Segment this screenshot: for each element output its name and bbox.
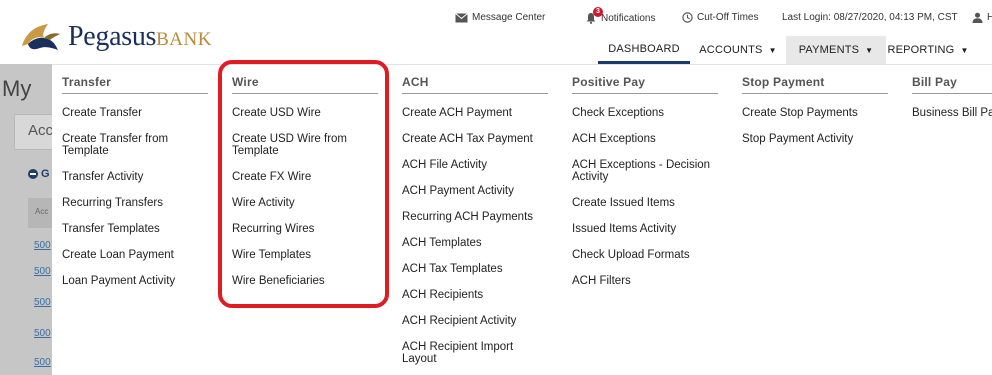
user-icon bbox=[972, 12, 983, 23]
nav-accounts[interactable]: ACCOUNTS ▼ bbox=[690, 36, 786, 64]
nav-dashboard[interactable]: DASHBOARD bbox=[598, 36, 690, 64]
background-page: My Acc G Acc 500 500 500 500 500 bbox=[0, 64, 52, 375]
column-heading: ACH bbox=[402, 75, 548, 94]
accounts-tab-label: Acc bbox=[28, 122, 52, 139]
menu-item-ach-recipient-activity[interactable]: ACH Recipient Activity bbox=[402, 315, 548, 327]
account-link[interactable]: 500 bbox=[34, 240, 51, 251]
account-link[interactable]: 500 bbox=[34, 357, 51, 368]
menu-item-create-stop-payments[interactable]: Create Stop Payments bbox=[742, 107, 888, 119]
message-center-link[interactable]: Message Center bbox=[455, 12, 545, 23]
last-login-text: Last Login: 08/27/2020, 04:13 PM, CST bbox=[782, 12, 958, 23]
pegasus-logo-icon bbox=[22, 24, 60, 50]
menu-item-ach-file-activity[interactable]: ACH File Activity bbox=[402, 159, 548, 171]
notifications-link[interactable]: 3 Notifications bbox=[585, 7, 655, 24]
menu-item-ach-recipients[interactable]: ACH Recipients bbox=[402, 289, 548, 301]
table-header-label: Acc bbox=[35, 207, 49, 216]
caret-down-icon: ▼ bbox=[865, 45, 874, 55]
menu-item-ach-tax-templates[interactable]: ACH Tax Templates bbox=[402, 263, 548, 275]
menu-column-bill-pay: Bill Pay Business Bill Pay bbox=[912, 75, 992, 133]
account-link[interactable]: 500 bbox=[34, 266, 51, 277]
utility-bar: Message Center 3 Notifications Cut-Off T… bbox=[455, 7, 992, 26]
account-link[interactable]: 500 bbox=[34, 328, 51, 339]
envelope-icon bbox=[455, 12, 468, 23]
menu-column-stop-payment: Stop Payment Create Stop Payments Stop P… bbox=[742, 75, 888, 159]
group-toggle[interactable]: G bbox=[28, 168, 50, 180]
user-menu[interactable]: H bbox=[972, 12, 992, 23]
column-heading: Positive Pay bbox=[572, 75, 718, 94]
menu-item-recurring-transfers[interactable]: Recurring Transfers bbox=[62, 197, 208, 209]
main-nav: DASHBOARD ACCOUNTS ▼ PAYMENTS ▼ REPORTING ▼ bbox=[598, 36, 992, 64]
page-title: My bbox=[2, 76, 32, 101]
menu-item-ach-exceptions-decision-activity[interactable]: ACH Exceptions - Decision Activity bbox=[572, 159, 718, 183]
account-link[interactable]: 500 bbox=[34, 297, 51, 308]
menu-column-positive-pay: Positive Pay Check Exceptions ACH Except… bbox=[572, 75, 718, 301]
menu-item-create-loan-payment[interactable]: Create Loan Payment bbox=[62, 249, 208, 261]
menu-column-ach: ACH Create ACH Payment Create ACH Tax Pa… bbox=[402, 75, 548, 375]
notifications-count-badge: 3 bbox=[593, 7, 603, 17]
menu-item-loan-payment-activity[interactable]: Loan Payment Activity bbox=[62, 275, 208, 287]
menu-item-create-transfer[interactable]: Create Transfer bbox=[62, 107, 208, 119]
menu-item-stop-payment-activity[interactable]: Stop Payment Activity bbox=[742, 133, 888, 145]
column-heading: Transfer bbox=[62, 75, 208, 94]
menu-item-check-upload-formats[interactable]: Check Upload Formats bbox=[572, 249, 718, 261]
bank-name: PegasusBANK bbox=[68, 21, 212, 52]
menu-item-ach-payment-activity[interactable]: ACH Payment Activity bbox=[402, 185, 548, 197]
nav-reporting[interactable]: REPORTING ▼ bbox=[886, 36, 970, 64]
caret-down-icon: ▼ bbox=[960, 45, 969, 55]
menu-item-ach-filters[interactable]: ACH Filters bbox=[572, 275, 718, 287]
menu-item-ach-templates[interactable]: ACH Templates bbox=[402, 237, 548, 249]
menu-item-transfer-activity[interactable]: Transfer Activity bbox=[62, 171, 208, 183]
menu-item-issued-items-activity[interactable]: Issued Items Activity bbox=[572, 223, 718, 235]
column-heading: Bill Pay bbox=[912, 75, 992, 94]
wire-highlight-annotation bbox=[218, 60, 389, 308]
menu-item-ach-exceptions[interactable]: ACH Exceptions bbox=[572, 133, 718, 145]
menu-item-transfer-templates[interactable]: Transfer Templates bbox=[62, 223, 208, 235]
nav-payments[interactable]: PAYMENTS ▼ bbox=[786, 36, 886, 64]
menu-item-check-exceptions[interactable]: Check Exceptions bbox=[572, 107, 718, 119]
menu-item-create-transfer-from-template[interactable]: Create Transfer from Template bbox=[62, 133, 208, 157]
cutoff-times-link[interactable]: Cut-Off Times bbox=[682, 12, 759, 23]
menu-item-create-ach-payment[interactable]: Create ACH Payment bbox=[402, 107, 548, 119]
bell-icon: 3 bbox=[585, 7, 603, 24]
menu-item-recurring-ach-payments[interactable]: Recurring ACH Payments bbox=[402, 211, 548, 223]
column-heading: Stop Payment bbox=[742, 75, 888, 94]
collapse-icon bbox=[28, 169, 38, 179]
menu-item-create-ach-tax-payment[interactable]: Create ACH Tax Payment bbox=[402, 133, 548, 145]
bank-logo[interactable]: PegasusBANK bbox=[18, 20, 212, 54]
menu-item-create-issued-items[interactable]: Create Issued Items bbox=[572, 197, 718, 209]
clock-icon bbox=[682, 12, 693, 23]
menu-item-business-bill-pay[interactable]: Business Bill Pay bbox=[912, 107, 992, 119]
payments-mega-menu: Transfer Create Transfer Create Transfer… bbox=[52, 64, 992, 375]
menu-column-transfer: Transfer Create Transfer Create Transfer… bbox=[62, 75, 208, 301]
caret-down-icon: ▼ bbox=[768, 45, 777, 55]
menu-item-ach-recipient-import-layout[interactable]: ACH Recipient Import Layout bbox=[402, 341, 548, 365]
